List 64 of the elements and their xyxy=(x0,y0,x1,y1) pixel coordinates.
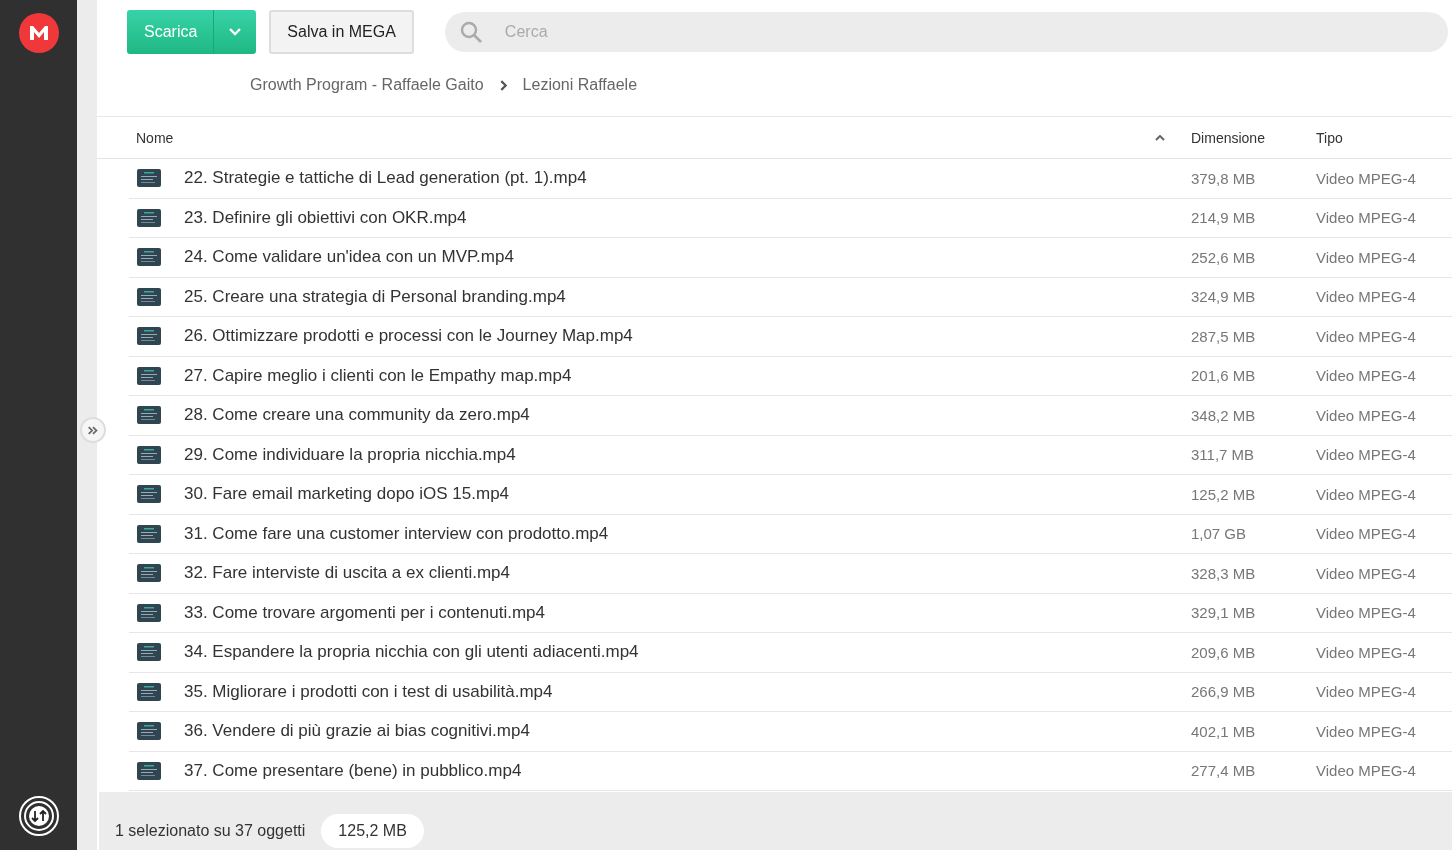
file-size: 201,6 MB xyxy=(1191,367,1257,385)
column-header[interactable]: Dimensione xyxy=(1191,129,1316,146)
file-size: 328,3 MB xyxy=(1191,564,1257,582)
expand-button[interactable] xyxy=(80,417,106,443)
file-type: Video MPEG-4 xyxy=(1316,327,1417,345)
breadcrumb-item[interactable]: Growth Program - Raffaele Gaito xyxy=(250,76,484,94)
logo-icon[interactable] xyxy=(18,13,59,53)
transfer-icon[interactable] xyxy=(18,796,59,836)
file-name: 28. Come creare una community da zero.mp4 xyxy=(184,405,531,426)
chevrons-icon xyxy=(87,425,99,435)
file-size: 252,6 MB xyxy=(1191,248,1257,266)
chevron-icon xyxy=(499,79,507,91)
file-name: 35. Migliorare i prodotti con i test di usabilità.mp4 xyxy=(184,681,554,702)
file-size: 379,8 MB xyxy=(1191,169,1257,187)
file-type: Video MPEG-4 xyxy=(1316,169,1417,187)
file-size: 209,6 MB xyxy=(1191,643,1257,661)
file-type: Video MPEG-4 xyxy=(1316,446,1417,464)
file-type: Video MPEG-4 xyxy=(1316,722,1417,740)
file-name: 29. Come individuare la propria nicchia.mp4 xyxy=(184,444,517,465)
file-type: Video MPEG-4 xyxy=(1316,209,1417,227)
file-size: 329,1 MB xyxy=(1191,604,1257,622)
file-type: Video MPEG-4 xyxy=(1316,683,1417,701)
file-name: 32. Fare interviste di uscita a ex clienti.mp4 xyxy=(184,563,511,584)
file-type: Video MPEG-4 xyxy=(1316,604,1417,622)
selected-size: 125,2 MB xyxy=(321,814,424,848)
file-size: 214,9 MB xyxy=(1191,209,1257,227)
file-size: 402,1 MB xyxy=(1191,722,1257,740)
column-header[interactable]: Tipo xyxy=(1316,129,1452,146)
file-size: 348,2 MB xyxy=(1191,406,1257,424)
file-size: 266,9 MB xyxy=(1191,683,1257,701)
file-size: 311,7 MB xyxy=(1191,446,1256,464)
file-name: 34. Espandere la propria nicchia con gli utenti adiacenti.mp4 xyxy=(184,642,640,663)
file-type: Video MPEG-4 xyxy=(1316,367,1417,385)
file-name: 30. Fare email marketing dopo iOS 15.mp4 xyxy=(184,484,511,505)
file-type: Video MPEG-4 xyxy=(1316,288,1417,306)
file-type: Video MPEG-4 xyxy=(1316,406,1417,424)
file-name: 36. Vendere di più grazie ai bias cognitivi.mp4 xyxy=(184,721,531,742)
file-name: 24. Come validare un'idea con un MVP.mp4 xyxy=(184,247,515,268)
file-name: 25. Creare una strategia di Personal branding.mp4 xyxy=(184,286,567,307)
file-type: Video MPEG-4 xyxy=(1316,762,1417,780)
file-name: 22. Strategie e tattiche di Lead generation (pt. 1).mp4 xyxy=(184,168,588,189)
save-button[interactable]: Salva in MEGA xyxy=(269,9,414,54)
file-type: Video MPEG-4 xyxy=(1316,564,1417,582)
caret-icon xyxy=(229,27,242,36)
file-type: Video MPEG-4 xyxy=(1316,248,1417,266)
file-name: 37. Come presentare (bene) in pubblico.mp4 xyxy=(184,760,523,781)
selection-count: 1 selezionato su 37 oggetti xyxy=(115,822,306,840)
file-name: 23. Definire gli obiettivi con OKR.mp4 xyxy=(184,207,468,228)
file-type: Video MPEG-4 xyxy=(1316,643,1417,661)
file-name: 26. Ottimizzare prodotti e processi con le Journey Map.mp4 xyxy=(184,326,634,347)
file-size: 125,2 MB xyxy=(1191,485,1257,503)
file-size: 277,4 MB xyxy=(1191,762,1257,780)
search-field[interactable]: Cerca xyxy=(444,11,1448,52)
breadcrumb-item[interactable]: Lezioni Raffaele xyxy=(522,76,638,94)
file-name: 33. Come trovare argomenti per i contenuti.mp4 xyxy=(184,602,546,623)
file-name: 31. Come fare una customer interview con prodotto.mp4 xyxy=(184,523,610,544)
file-type: Video MPEG-4 xyxy=(1316,525,1417,543)
column-header[interactable]: Nome xyxy=(136,129,1155,146)
file-size: 287,5 MB xyxy=(1191,327,1257,345)
file-name: 27. Capire meglio i clienti con le Empathy map.mp4 xyxy=(184,365,573,386)
file-size: 324,9 MB xyxy=(1191,288,1257,306)
sort-icon[interactable] xyxy=(1155,134,1165,141)
file-type: Video MPEG-4 xyxy=(1316,485,1417,503)
file-size: 1,07 GB xyxy=(1191,525,1248,543)
